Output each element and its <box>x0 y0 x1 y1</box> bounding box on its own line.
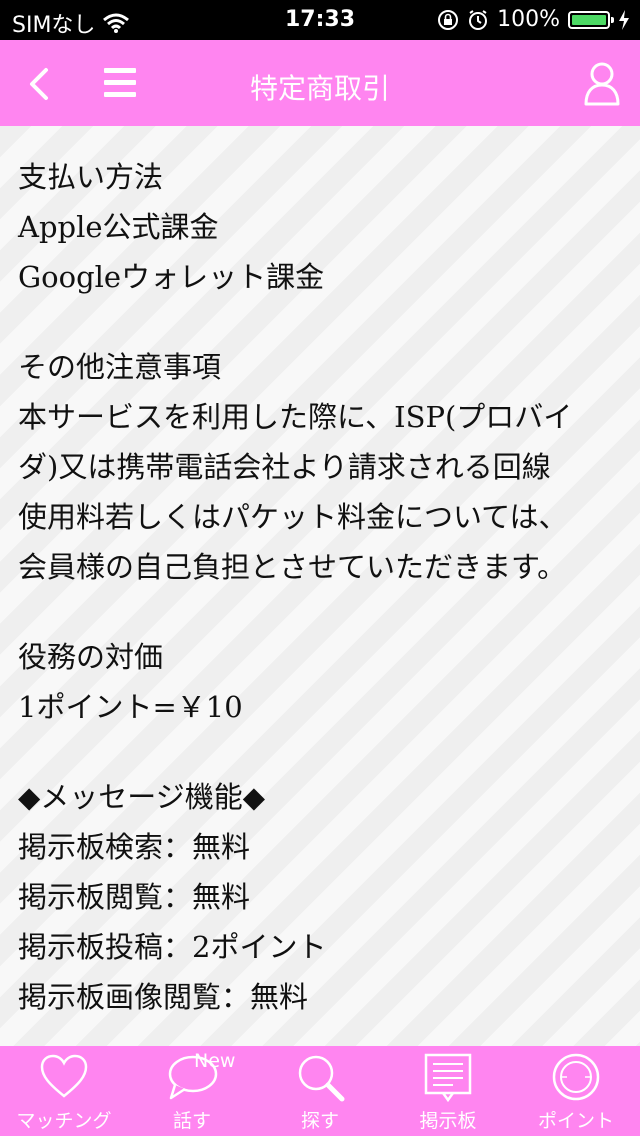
notes-line: 会員様の自己負担とさせていただきます。 <box>18 550 567 584</box>
charging-icon <box>619 9 629 30</box>
page-title: 特定商取引 <box>249 72 390 105</box>
tab-label: ポイント <box>537 1110 614 1132</box>
user-button[interactable] <box>582 60 622 106</box>
payment-heading: 支払い方法 <box>18 160 164 194</box>
battery-percent: 100% <box>497 7 560 32</box>
alarm-icon <box>469 9 488 30</box>
tab-matching[interactable]: マッチング <box>0 1046 128 1136</box>
notes-line: ダ)又は携帯電話会社より請求される回線 <box>18 450 551 484</box>
battery-icon <box>568 10 614 29</box>
message-item: 掲示板投稿：2ポイント <box>18 930 327 964</box>
notes-line: 使用料若しくはパケット料金については、 <box>18 500 568 534</box>
message-section: ◆メッセージ機能◆ 掲示板検索：無料 掲示板閲覧：無料 掲示板投稿：2ポイント … <box>0 772 640 1022</box>
new-badge: New <box>194 1050 236 1072</box>
tab-label: マッチング <box>16 1110 112 1132</box>
search-icon <box>298 1055 345 1102</box>
notes-line: 本サービスを利用した際に、ISP(プロバイ <box>18 400 573 434</box>
navigation-bar: 特定商取引 <box>0 40 640 126</box>
price-value: 1ポイント=￥10 <box>18 690 243 724</box>
notes-heading: その他注意事項 <box>18 350 222 384</box>
price-heading: 役務の対価 <box>18 640 164 674</box>
rotation-lock-icon <box>438 9 459 30</box>
heart-icon <box>40 1054 88 1098</box>
tab-bar: マッチング New 話す 探す 掲示板 ポイント <box>0 1046 640 1136</box>
status-right: 100% <box>437 7 630 32</box>
tab-label: 掲示板 <box>419 1110 477 1132</box>
price-section: 役務の対価 1ポイント=￥10 <box>0 632 640 732</box>
message-heading: ◆メッセージ機能◆ <box>18 780 266 814</box>
payment-section: 支払い方法 Apple公式課金 Googleウォレット課金 <box>0 126 640 302</box>
user-icon <box>584 62 620 106</box>
tab-search[interactable]: 探す <box>256 1046 384 1136</box>
content-area[interactable]: 支払い方法 Apple公式課金 Googleウォレット課金 その他注意事項 本サ… <box>0 126 640 1046</box>
message-item: 掲示板検索：無料 <box>18 830 251 864</box>
notes-section: その他注意事項 本サービスを利用した際に、ISP(プロバイ ダ)又は携帯電話会社… <box>0 342 640 592</box>
tab-label: 探す <box>300 1110 339 1132</box>
tab-points[interactable]: ポイント <box>512 1046 640 1136</box>
tab-label: 話す <box>172 1110 211 1132</box>
message-item: 掲示板画像閲覧：無料 <box>18 980 309 1014</box>
tab-bulletin-board[interactable]: 掲示板 <box>384 1046 512 1136</box>
message-item: 掲示板閲覧：無料 <box>18 880 251 914</box>
coin-icon <box>552 1053 600 1101</box>
payment-item: Googleウォレット課金 <box>18 260 325 294</box>
payment-item: Apple公式課金 <box>18 210 219 244</box>
bulletin-board-icon <box>424 1053 472 1102</box>
tab-talk[interactable]: New 話す <box>128 1046 256 1136</box>
status-bar: SIMなし 17:33 100% <box>0 0 640 40</box>
